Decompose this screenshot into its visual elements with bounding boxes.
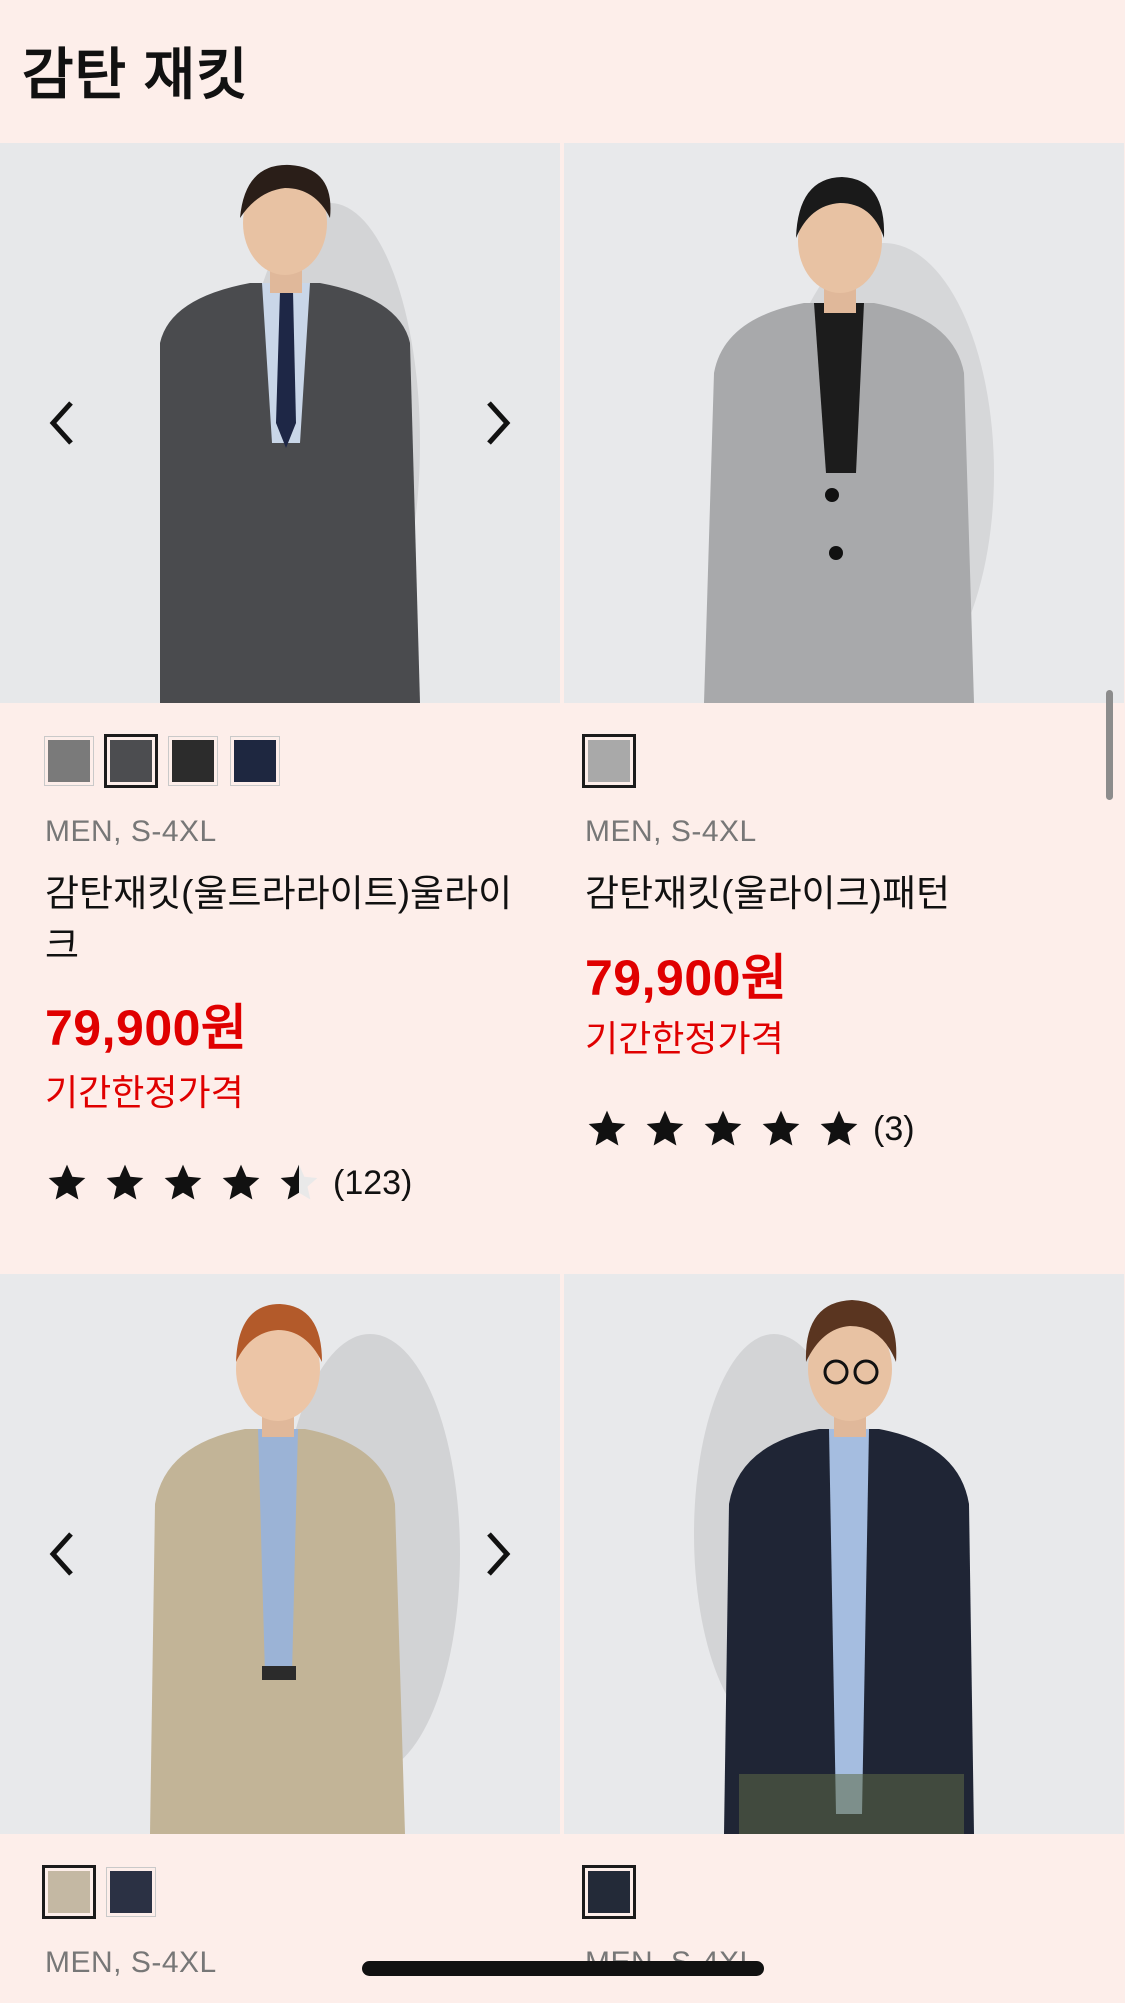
product-card-2[interactable]: MEN, S-4XL 감탄재킷(울라이크)패턴 79,900원 기간한정가격 (… [564,143,1124,1273]
star-icon [646,1110,684,1146]
color-swatches [44,734,280,788]
jacket-figure-2 [564,143,1124,703]
prev-image-button[interactable] [32,1514,92,1594]
star-rating [585,1107,861,1151]
star-icon [164,1164,202,1200]
product-image-4[interactable] [564,1274,1124,1834]
color-swatch-gray[interactable] [44,736,94,786]
product-card-4[interactable]: MEN, S-4XL [564,1274,1124,2003]
product-card-3[interactable]: MEN, S-4XL [0,1274,560,2003]
jacket-figure-4 [564,1274,1124,1834]
color-swatch-charcoal[interactable] [104,734,158,788]
color-swatches [582,734,636,788]
next-image-button[interactable] [468,1514,528,1594]
product-price: 79,900원 [45,1000,248,1056]
promo-label: 기간한정가격 [585,1018,784,1059]
column-divider [561,1274,564,1834]
star-icon [222,1164,260,1200]
chevron-right-icon [487,401,511,445]
next-image-button[interactable] [468,383,528,463]
promo-label: 기간한정가격 [45,1072,244,1113]
product-image-3[interactable] [0,1274,560,1834]
star-icon [704,1110,742,1146]
prev-image-button[interactable] [32,383,92,463]
chevron-left-icon [49,1532,73,1576]
chevron-right-icon [487,1532,511,1576]
product-image-2[interactable] [564,143,1124,703]
star-icon [48,1164,86,1200]
page-title: 감탄 재킷 [22,43,249,106]
color-swatches [42,1865,156,1919]
review-count[interactable]: (3) [873,1110,915,1149]
color-swatch-beige[interactable] [42,1865,96,1919]
color-swatch-black[interactable] [168,736,218,786]
star-icon [820,1110,858,1146]
product-card-1[interactable]: MEN, S-4XL 감탄재킷(울트라라이트)울라이크 79,900원 기간한정… [0,143,560,1273]
gender-size: MEN, S-4XL [45,815,217,848]
star-icon [588,1110,626,1146]
star-rating [45,1161,321,1205]
color-swatch-gray[interactable] [582,734,636,788]
color-swatch-navy[interactable] [106,1867,156,1917]
gender-size: MEN, S-4XL [45,1946,217,1979]
rating: (3) [585,1107,915,1151]
home-indicator[interactable] [362,1961,764,1976]
product-name[interactable]: 감탄재킷(울트라라이트)울라이크 [45,868,515,972]
star-half-icon [280,1164,318,1200]
color-swatch-navy[interactable] [582,1865,636,1919]
product-price: 79,900원 [585,950,788,1006]
page-header: 감탄 재킷 [0,0,1125,143]
review-count[interactable]: (123) [333,1164,412,1203]
color-swatch-navy[interactable] [230,736,280,786]
star-icon [106,1164,144,1200]
product-image-1[interactable] [0,143,560,703]
rating: (123) [45,1161,412,1205]
chevron-left-icon [49,401,73,445]
product-name[interactable]: 감탄재킷(울라이크)패턴 [585,868,1055,920]
gender-size: MEN, S-4XL [585,815,757,848]
star-icon [762,1110,800,1146]
scrollbar[interactable] [1106,690,1113,800]
column-divider [561,143,564,703]
color-swatches [582,1865,636,1919]
